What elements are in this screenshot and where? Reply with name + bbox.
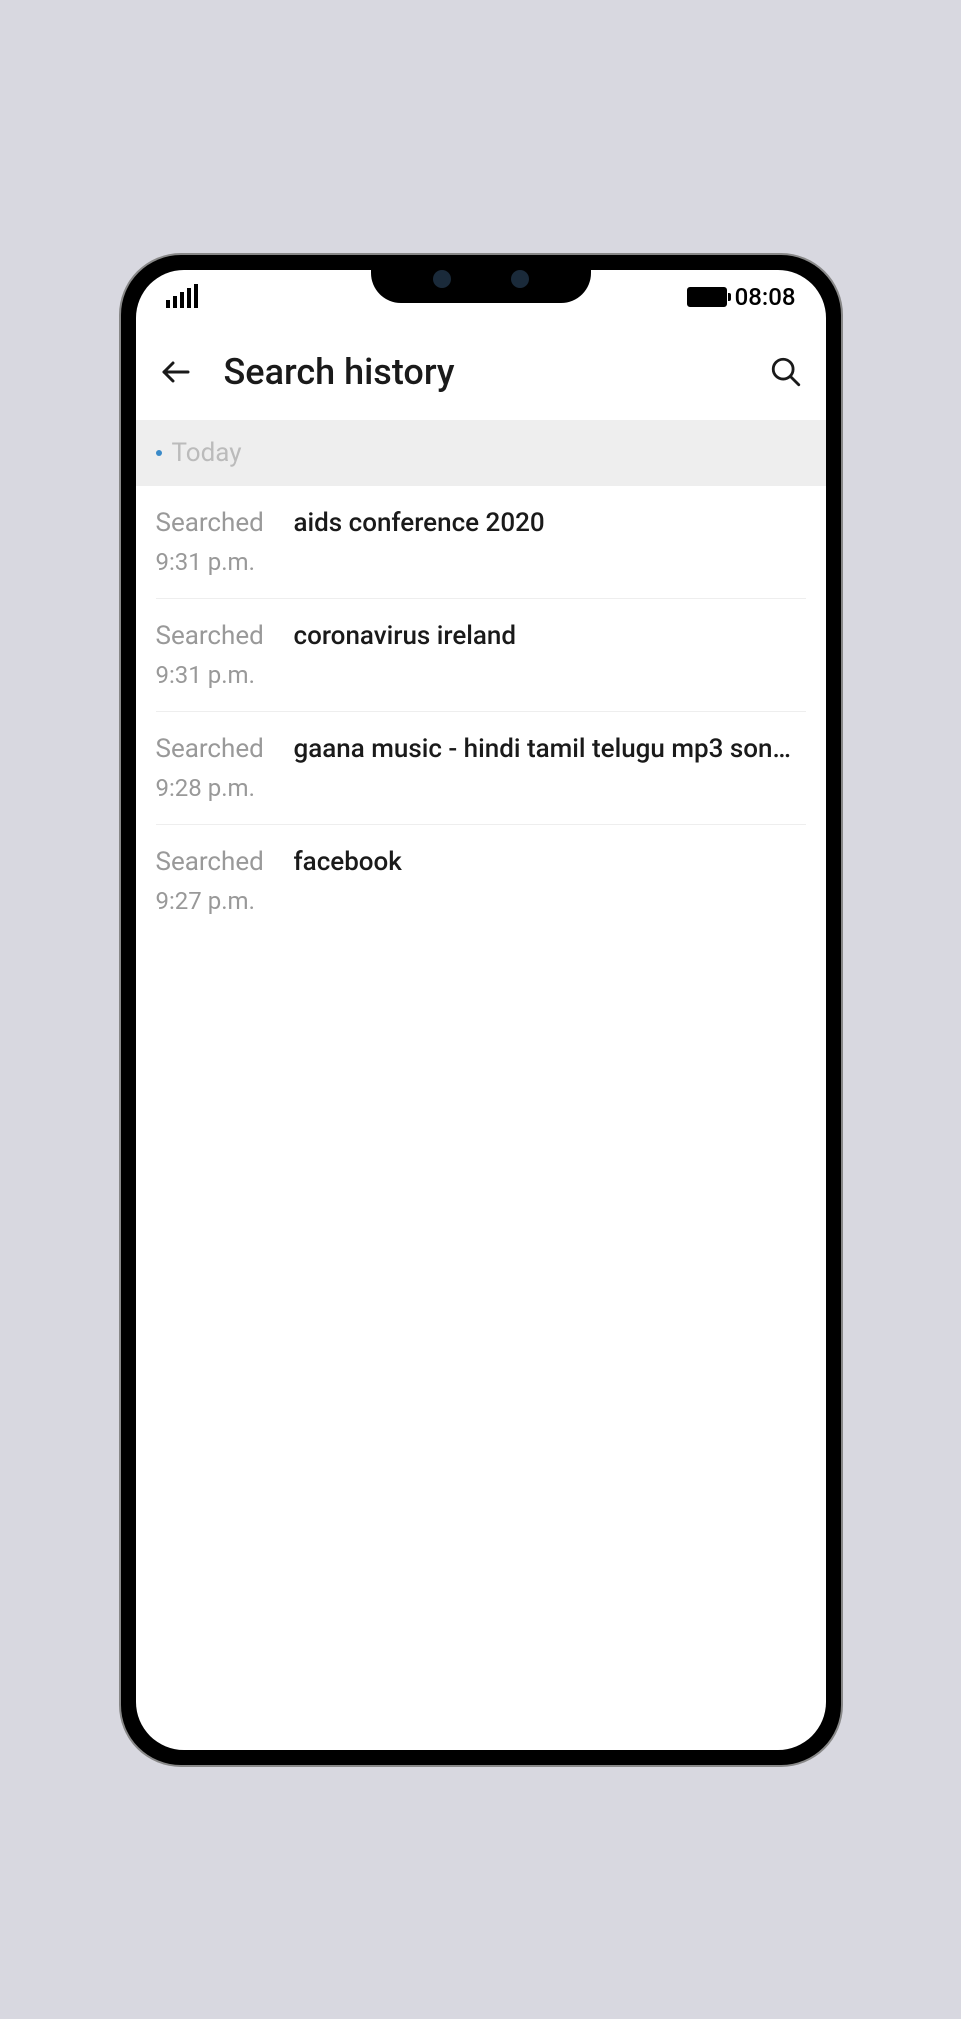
signal-icon	[166, 286, 198, 308]
search-query: gaana music - hindi tamil telugu mp3 son…	[294, 734, 794, 764]
search-query: facebook	[294, 847, 402, 877]
searched-label: Searched	[156, 734, 274, 764]
notch-sensor	[433, 270, 451, 288]
history-time: 9:27 p.m.	[156, 887, 806, 915]
history-item[interactable]: Searched coronavirus ireland 9:31 p.m.	[156, 599, 806, 712]
arrow-left-icon	[158, 354, 194, 390]
search-button[interactable]	[766, 352, 806, 392]
phone-frame: 08:08 Search history Today	[121, 255, 841, 1765]
phone-notch	[371, 255, 591, 303]
searched-label: Searched	[156, 847, 274, 877]
day-label: Today	[172, 438, 242, 468]
status-time: 08:08	[735, 283, 796, 311]
day-bullet-icon	[156, 450, 162, 456]
history-item[interactable]: Searched gaana music - hindi tamil telug…	[156, 712, 806, 825]
page-title: Search history	[224, 351, 738, 393]
history-item[interactable]: Searched facebook 9:27 p.m.	[156, 825, 806, 937]
battery-icon	[687, 287, 727, 307]
search-icon	[769, 355, 803, 389]
back-button[interactable]	[156, 352, 196, 392]
app-header: Search history	[136, 325, 826, 420]
history-list: Searched aids conference 2020 9:31 p.m. …	[136, 486, 826, 937]
day-section-header: Today	[136, 420, 826, 486]
phone-screen: 08:08 Search history Today	[136, 270, 826, 1750]
searched-label: Searched	[156, 621, 274, 651]
searched-label: Searched	[156, 508, 274, 538]
notch-camera	[511, 270, 529, 288]
search-query: aids conference 2020	[294, 508, 545, 538]
history-time: 9:28 p.m.	[156, 774, 806, 802]
search-query: coronavirus ireland	[294, 621, 517, 651]
history-time: 9:31 p.m.	[156, 661, 806, 689]
status-right: 08:08	[687, 283, 796, 311]
history-time: 9:31 p.m.	[156, 548, 806, 576]
history-item[interactable]: Searched aids conference 2020 9:31 p.m.	[156, 486, 806, 599]
